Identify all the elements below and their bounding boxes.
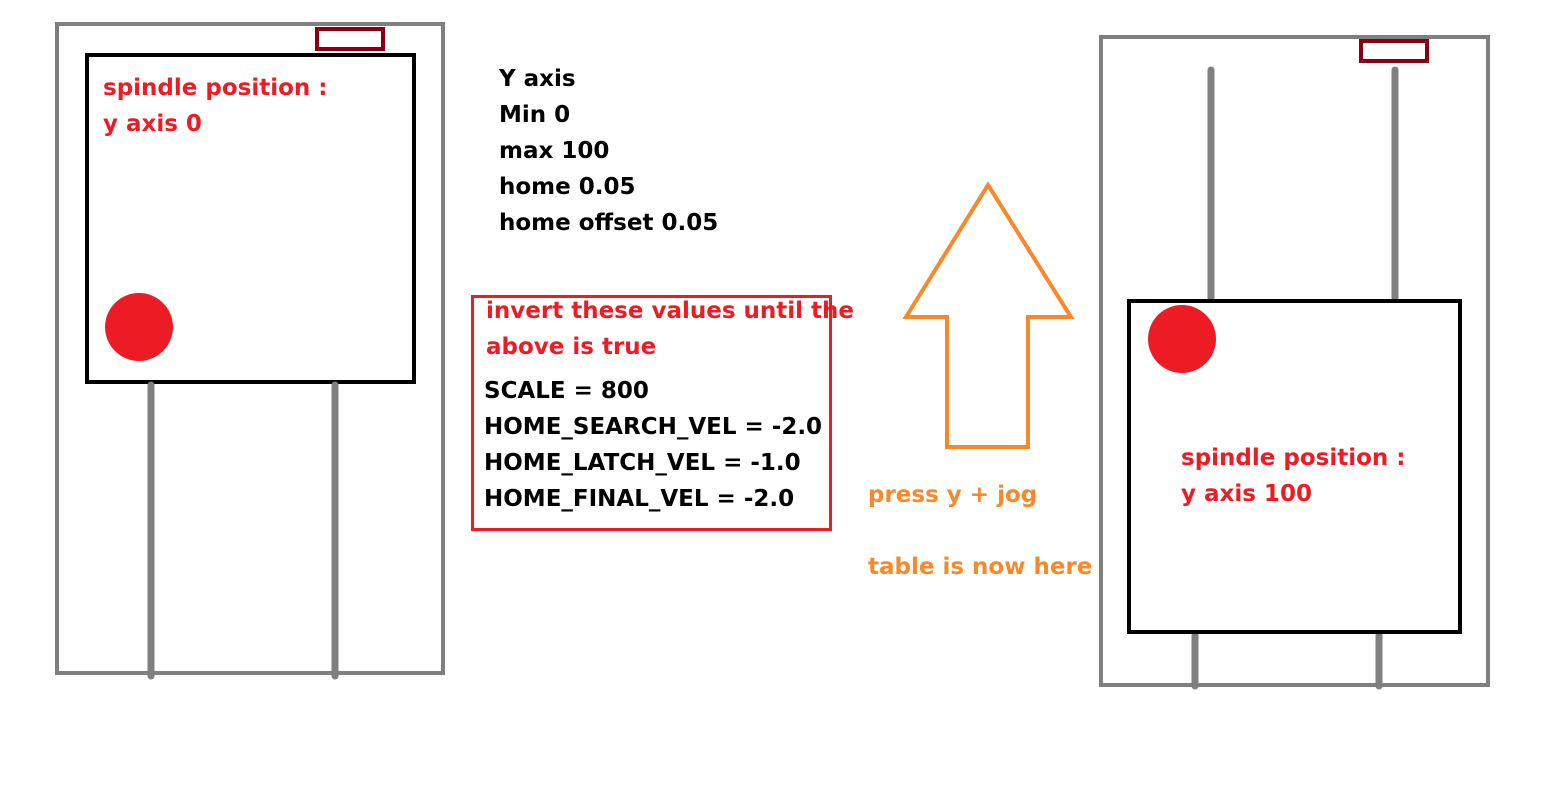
param-line: SCALE = 800: [484, 378, 649, 404]
right-spindle-label-line1: spindle position :: [1181, 445, 1406, 471]
axis-settings-line: home offset 0.05: [499, 210, 719, 236]
right-spindle-label: spindle position : y axis 100: [1181, 440, 1405, 512]
up-arrow: [902, 181, 1075, 449]
param-line: HOME_FINAL_VEL = -2.0: [484, 486, 795, 512]
left-spindle-label: spindle position : y axis 0: [103, 70, 327, 142]
invert-note-title-line2: above is true: [486, 334, 657, 360]
left-home-sensor: [315, 27, 385, 51]
left-spindle-label-line1: spindle position :: [103, 75, 328, 101]
invert-note-title-line1: invert these values until the: [486, 298, 855, 324]
axis-settings-line: max 100: [499, 138, 610, 164]
axis-settings: Y axis Min 0 max 100 home 0.05 home offs…: [499, 61, 718, 241]
invert-note-params: SCALE = 800 HOME_SEARCH_VEL = -2.0 HOME_…: [484, 373, 822, 517]
left-spindle-marker: [105, 293, 173, 361]
right-spindle-label-line2: y axis 100: [1181, 481, 1312, 507]
axis-settings-line: Min 0: [499, 102, 571, 128]
right-spindle-marker: [1148, 305, 1216, 373]
axis-settings-line: home 0.05: [499, 174, 636, 200]
param-line: HOME_SEARCH_VEL = -2.0: [484, 414, 823, 440]
axis-settings-line: Y axis: [499, 66, 576, 92]
right-home-sensor: [1359, 39, 1429, 63]
left-spindle-label-line2: y axis 0: [103, 111, 202, 137]
arrow-caption-table: table is now here: [868, 554, 1093, 580]
param-line: HOME_LATCH_VEL = -1.0: [484, 450, 801, 476]
invert-note-title: invert these values until the above is t…: [486, 293, 854, 365]
arrow-caption-jog: press y + jog: [868, 482, 1038, 508]
